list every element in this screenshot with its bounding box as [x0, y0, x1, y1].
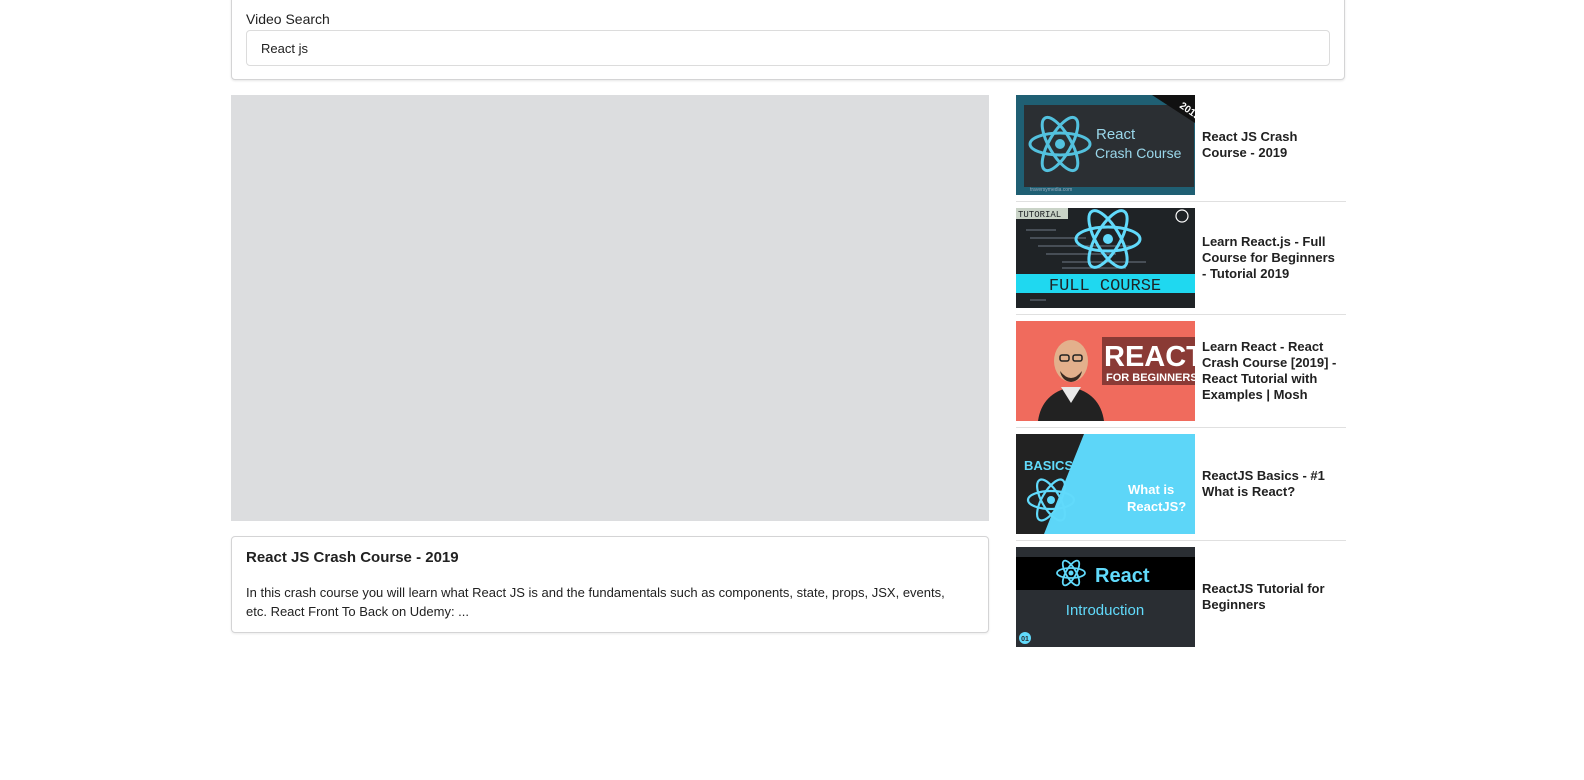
- svg-text:FULL COURSE: FULL COURSE: [1049, 277, 1161, 296]
- svg-text:React: React: [1096, 126, 1136, 143]
- video-list-title[interactable]: ReactJS Basics - #1 What is React?: [1202, 468, 1342, 500]
- svg-text:traversymedia.com: traversymedia.com: [1030, 187, 1072, 193]
- video-details: React JS Crash Course - 2019 In this cra…: [231, 536, 989, 633]
- svg-text:TUTORIAL: TUTORIAL: [1018, 210, 1061, 220]
- search-input[interactable]: [246, 30, 1330, 66]
- video-list-title[interactable]: Learn React - React Crash Course [2019] …: [1202, 339, 1342, 403]
- video-thumbnail[interactable]: BASICS What is ReactJS?: [1016, 434, 1195, 534]
- search-bar: Video Search: [231, 0, 1345, 80]
- video-thumbnail[interactable]: 2019 React Crash Course traversymedia.co…: [1016, 95, 1195, 195]
- video-list-item[interactable]: React Introduction 01 ReactJS Tutorial f…: [1016, 547, 1346, 647]
- svg-text:01: 01: [1021, 636, 1029, 643]
- video-thumbnail[interactable]: TUTORIAL FULL COURSE: [1016, 208, 1195, 308]
- svg-text:React: React: [1095, 565, 1150, 587]
- search-label: Video Search: [246, 11, 330, 27]
- svg-text:Introduction: Introduction: [1066, 602, 1144, 619]
- video-list-item[interactable]: 2019 React Crash Course traversymedia.co…: [1016, 95, 1346, 202]
- svg-text:Crash Course: Crash Course: [1095, 145, 1182, 161]
- video-player[interactable]: [231, 95, 989, 521]
- svg-text:What is: What is: [1128, 482, 1174, 497]
- video-title: React JS Crash Course - 2019: [246, 549, 459, 566]
- video-list-title[interactable]: React JS Crash Course - 2019: [1202, 129, 1342, 161]
- svg-text:FOR BEGINNERS: FOR BEGINNERS: [1106, 372, 1195, 384]
- svg-text:BASICS: BASICS: [1024, 458, 1073, 473]
- video-description: In this crash course you will learn what…: [246, 585, 945, 619]
- video-list-title[interactable]: ReactJS Tutorial for Beginners: [1202, 581, 1342, 613]
- svg-text:REACT: REACT: [1104, 341, 1195, 373]
- video-list-item[interactable]: TUTORIAL FULL COURSE Learn React.js - Fu…: [1016, 208, 1346, 315]
- svg-text:ReactJS?: ReactJS?: [1127, 499, 1186, 514]
- video-list-item[interactable]: BASICS What is ReactJS? ReactJS Basics -…: [1016, 434, 1346, 541]
- video-thumbnail[interactable]: React Introduction 01: [1016, 547, 1195, 647]
- app-root: Video Search React JS Crash Course - 201…: [0, 0, 1584, 780]
- list-divider: [1016, 540, 1346, 541]
- list-divider: [1016, 314, 1346, 315]
- list-divider: [1016, 427, 1346, 428]
- video-thumbnail[interactable]: REACT FOR BEGINNERS: [1016, 321, 1195, 421]
- video-list-title[interactable]: Learn React.js - Full Course for Beginne…: [1202, 234, 1342, 282]
- list-divider: [1016, 201, 1346, 202]
- video-list-item[interactable]: REACT FOR BEGINNERS Learn React - React …: [1016, 321, 1346, 428]
